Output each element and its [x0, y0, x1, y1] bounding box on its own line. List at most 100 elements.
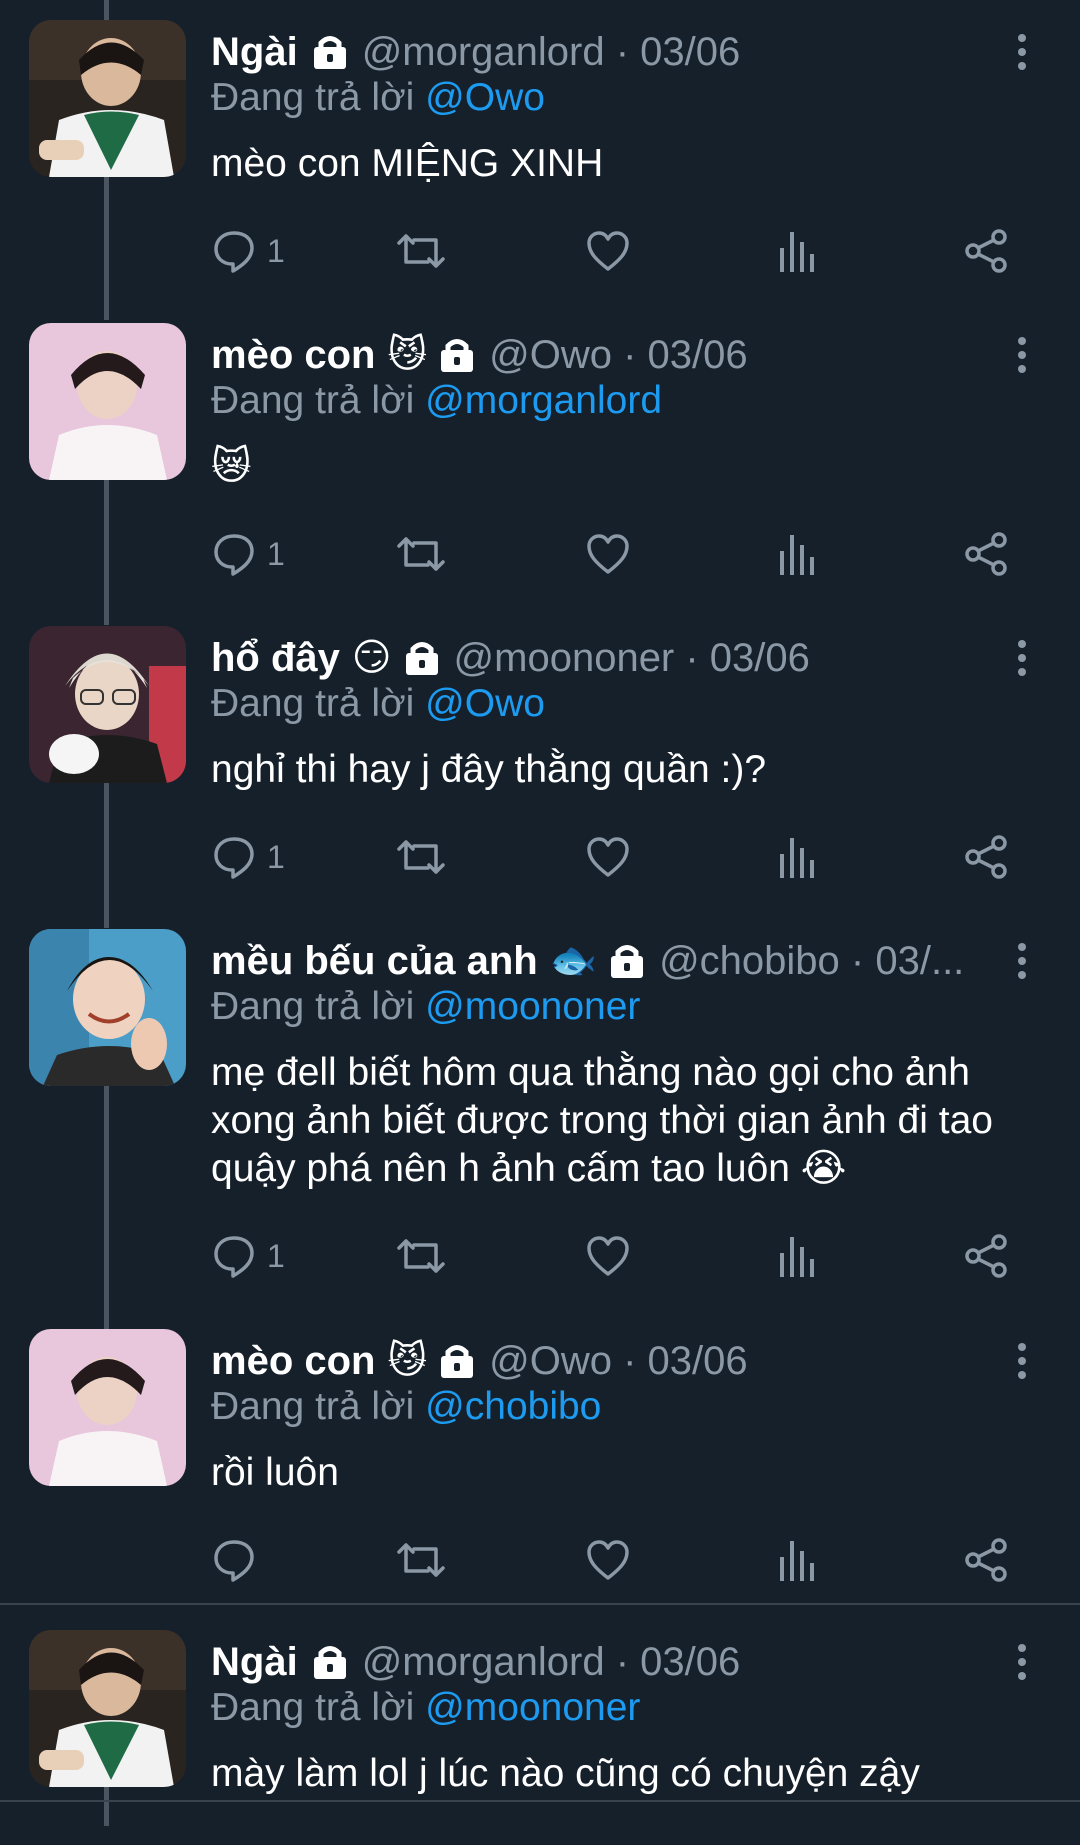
avatar[interactable]	[29, 1630, 186, 1787]
replying-to: Đang trả lời @moononer	[211, 985, 640, 1029]
more-vertical-icon[interactable]	[1014, 32, 1030, 72]
views-icon	[780, 1541, 814, 1581]
reply-count: 1	[267, 838, 285, 875]
tweet-text: rồi luôn	[211, 1451, 339, 1494]
handle-and-date[interactable]: @Owo · 03/06	[489, 333, 748, 378]
tweet[interactable]: Ngài @morganlord · 03/06 Đang trả lời @m…	[0, 1630, 1080, 1835]
more-vertical-icon[interactable]	[1014, 1642, 1030, 1682]
tweet-header: hổ đây 😏 @moononer · 03/06	[211, 630, 994, 686]
reply-button[interactable]: 1	[211, 831, 285, 883]
views-button[interactable]	[777, 1230, 817, 1282]
views-icon	[780, 535, 814, 575]
share-icon	[965, 835, 1007, 879]
like-button[interactable]	[585, 1230, 631, 1282]
reply-button[interactable]: 1	[211, 1230, 285, 1282]
like-button[interactable]	[585, 528, 631, 580]
reply-count: 1	[267, 535, 285, 572]
more-vertical-icon[interactable]	[1014, 335, 1030, 375]
tweet-text: nghỉ thi hay j đây thằng quần :)?	[211, 748, 767, 791]
handle-and-date[interactable]: @chobibo · 03/...	[659, 939, 964, 984]
tweet[interactable]: mèo con 😼 @Owo · 03/06 Đang trả lời @mor…	[0, 323, 1080, 603]
share-button[interactable]	[963, 225, 1009, 277]
views-button[interactable]	[777, 831, 817, 883]
retweet-button[interactable]	[396, 1230, 446, 1282]
reply-button[interactable]: 1	[211, 528, 285, 580]
tweet-header: Ngài @morganlord · 03/06	[211, 1634, 994, 1690]
like-button[interactable]	[585, 831, 631, 883]
replying-to: Đang trả lời @moononer	[211, 1686, 640, 1730]
reply-button[interactable]: 1	[211, 225, 285, 277]
lock-icon	[441, 1345, 474, 1378]
replying-prefix: Đang trả lời	[211, 1686, 415, 1729]
avatar-image	[29, 626, 186, 783]
display-name[interactable]: Ngài	[211, 30, 298, 75]
tweet[interactable]: hổ đây 😏 @moononer · 03/06 Đang trả lời …	[0, 626, 1080, 906]
views-button[interactable]	[777, 1534, 817, 1586]
thread-line	[104, 0, 109, 20]
mention-link[interactable]: @moononer	[425, 985, 640, 1028]
name-emoji: 😏	[351, 637, 392, 679]
replying-to: Đang trả lời @Owo	[211, 682, 545, 726]
display-name[interactable]: mèo con	[211, 333, 375, 378]
more-vertical-icon[interactable]	[1014, 638, 1030, 678]
tweet-header: mèo con 😼 @Owo · 03/06	[211, 327, 994, 383]
display-name[interactable]: mều bếu của anh	[211, 939, 538, 984]
action-bar: 1	[211, 831, 1011, 883]
avatar[interactable]	[29, 323, 186, 480]
avatar[interactable]	[29, 626, 186, 783]
bottom-divider	[0, 1800, 1080, 1802]
avatar[interactable]	[29, 1329, 186, 1486]
retweet-icon	[397, 840, 445, 874]
display-name[interactable]: hổ đây	[211, 636, 340, 681]
avatar[interactable]	[29, 929, 186, 1086]
more-vertical-icon[interactable]	[1014, 1341, 1030, 1381]
views-button[interactable]	[777, 225, 817, 277]
reply-icon	[214, 534, 254, 576]
avatar-image	[29, 20, 186, 177]
tweet[interactable]: mều bếu của anh 🐟 @chobibo · 03/... Đang…	[0, 929, 1080, 1309]
handle-and-date[interactable]: @morganlord · 03/06	[362, 30, 741, 75]
replying-prefix: Đang trả lời	[211, 76, 415, 119]
retweet-button[interactable]	[396, 225, 446, 277]
retweet-button[interactable]	[396, 528, 446, 580]
tweet[interactable]: mèo con 😼 @Owo · 03/06 Đang trả lời @cho…	[0, 1329, 1080, 1599]
views-button[interactable]	[777, 528, 817, 580]
avatar-image	[29, 929, 186, 1086]
lock-icon	[313, 1646, 346, 1679]
replying-prefix: Đang trả lời	[211, 379, 415, 422]
mention-link[interactable]: @chobibo	[425, 1385, 601, 1428]
tweet[interactable]: Ngài @morganlord · 03/06 Đang trả lời @O…	[0, 20, 1080, 300]
mention-link[interactable]: @Owo	[425, 682, 545, 725]
reply-button[interactable]	[211, 1534, 267, 1586]
replying-prefix: Đang trả lời	[211, 682, 415, 725]
mention-link[interactable]: @moononer	[425, 1686, 640, 1729]
share-button[interactable]	[963, 831, 1009, 883]
handle-and-date[interactable]: @moononer · 03/06	[454, 636, 810, 681]
replying-to: Đang trả lời @chobibo	[211, 1385, 601, 1429]
handle-and-date[interactable]: @morganlord · 03/06	[362, 1640, 741, 1685]
reply-count: 1	[267, 232, 285, 269]
share-button[interactable]	[963, 1230, 1009, 1282]
name-emoji: 😼	[387, 334, 428, 376]
share-button[interactable]	[963, 528, 1009, 580]
mention-link[interactable]: @Owo	[425, 76, 545, 119]
retweet-button[interactable]	[396, 831, 446, 883]
display-name[interactable]: Ngài	[211, 1640, 298, 1685]
handle-and-date[interactable]: @Owo · 03/06	[489, 1339, 748, 1384]
like-icon	[587, 837, 629, 877]
action-bar: 1	[211, 1230, 1011, 1282]
like-button[interactable]	[585, 1534, 631, 1586]
lock-icon	[405, 642, 438, 675]
like-icon	[587, 1236, 629, 1276]
display-name[interactable]: mèo con	[211, 1339, 375, 1384]
share-icon	[965, 532, 1007, 576]
mention-link[interactable]: @morganlord	[425, 379, 662, 422]
retweet-button[interactable]	[396, 1534, 446, 1586]
avatar-image	[29, 323, 186, 480]
like-button[interactable]	[585, 225, 631, 277]
more-vertical-icon[interactable]	[1014, 941, 1030, 981]
reply-icon	[214, 1540, 254, 1582]
avatar[interactable]	[29, 20, 186, 177]
share-button[interactable]	[963, 1534, 1009, 1586]
tweet-text: mẹ đell biết hôm qua thằng nào gọi cho ả…	[211, 1051, 993, 1190]
